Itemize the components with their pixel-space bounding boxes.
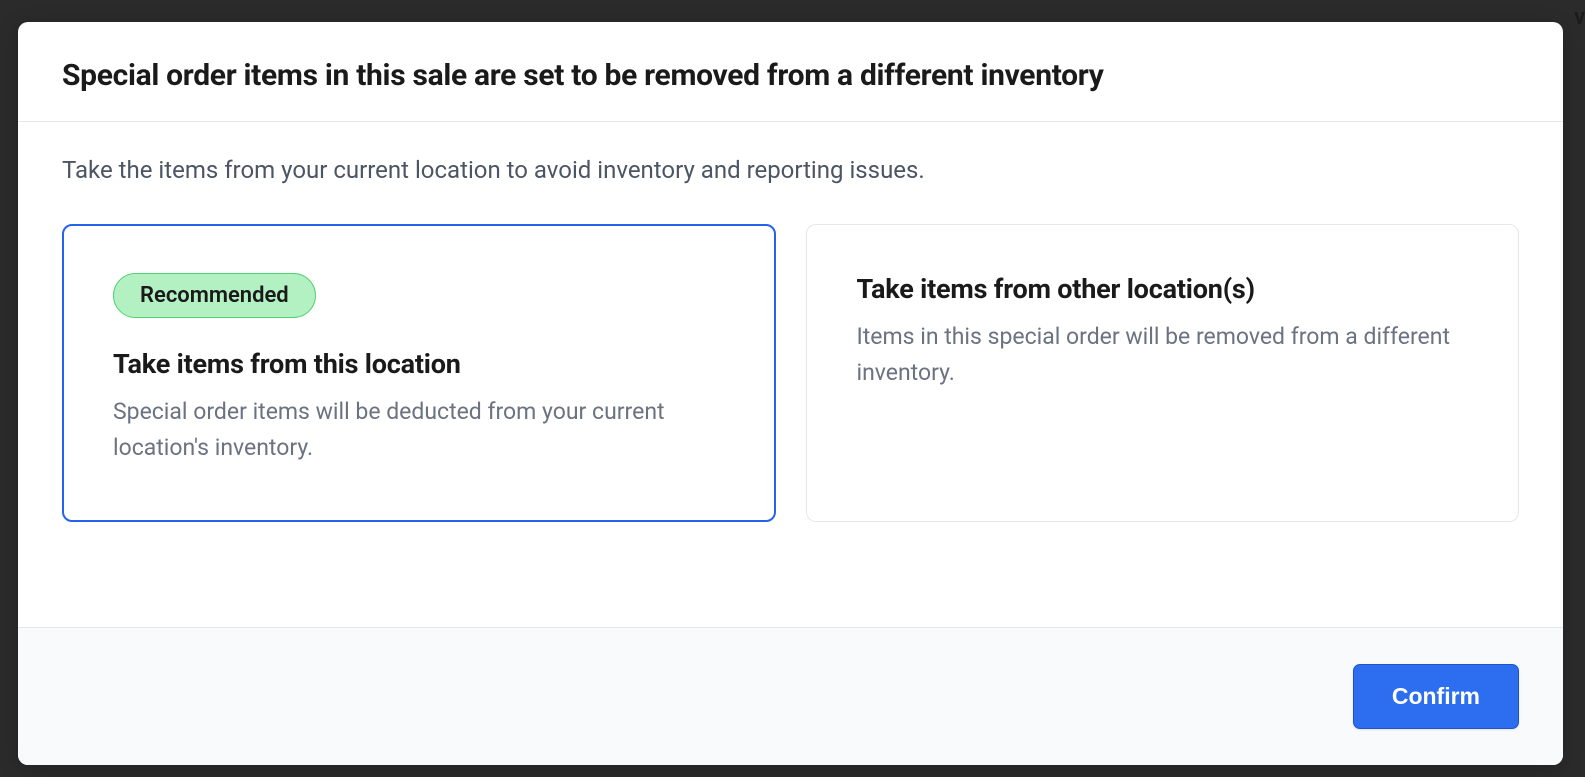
modal-instruction: Take the items from your current locatio…	[62, 156, 1519, 184]
option-title: Take items from other location(s)	[857, 273, 1469, 305]
modal-footer: Confirm	[18, 627, 1563, 765]
option-description: Items in this special order will be remo…	[857, 319, 1469, 390]
backdrop-partial-text: v	[1574, 5, 1585, 30]
modal-title: Special order items in this sale are set…	[62, 58, 1519, 93]
option-this-location[interactable]: Recommended Take items from this locatio…	[62, 224, 776, 522]
confirm-button[interactable]: Confirm	[1353, 664, 1519, 729]
option-description: Special order items will be deducted fro…	[113, 394, 725, 465]
modal-body: Take the items from your current locatio…	[18, 122, 1563, 627]
options-row: Recommended Take items from this locatio…	[62, 224, 1519, 522]
recommended-badge: Recommended	[113, 273, 316, 318]
option-title: Take items from this location	[113, 348, 725, 380]
option-other-locations[interactable]: Take items from other location(s) Items …	[806, 224, 1520, 522]
inventory-location-modal: Special order items in this sale are set…	[18, 22, 1563, 765]
modal-header: Special order items in this sale are set…	[18, 22, 1563, 122]
